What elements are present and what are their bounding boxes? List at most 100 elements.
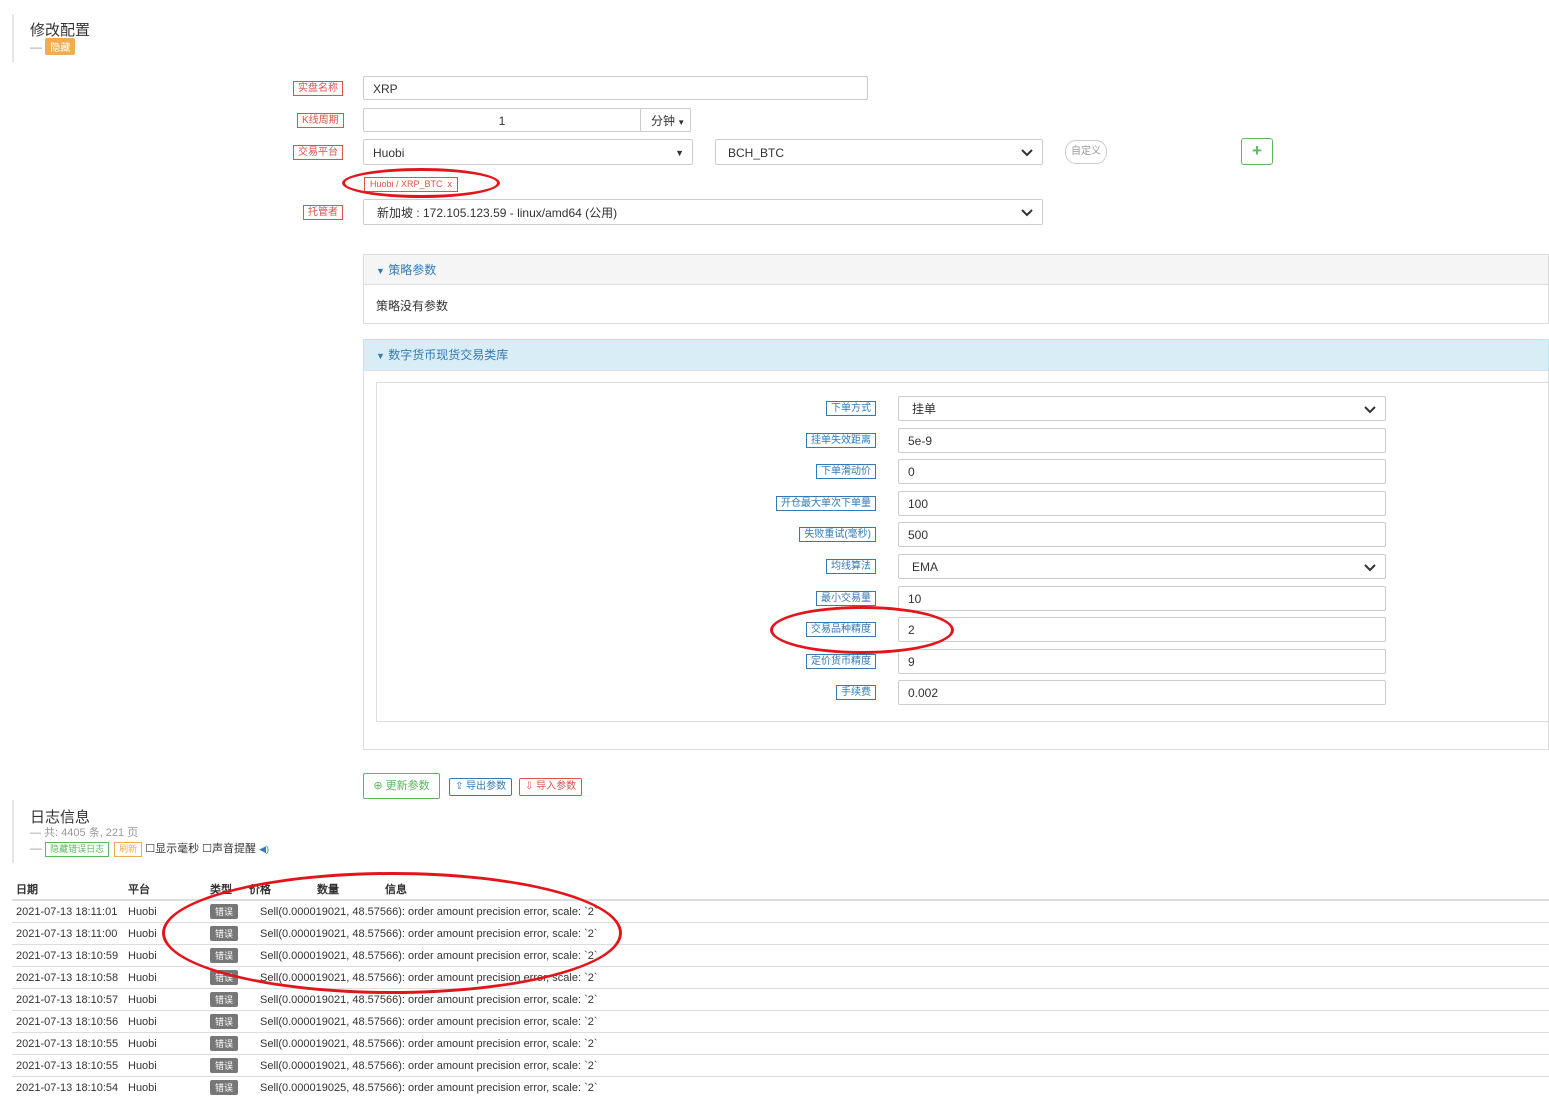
export-params-button[interactable]: ⇪ 导出参数 [449, 778, 512, 796]
import-label: 导入参数 [536, 781, 576, 792]
exchange-select[interactable]: Huobi ▼ [363, 139, 693, 165]
log-header-row: 日期 平台 类型 价格 数量 信息 [12, 879, 1549, 900]
update-params-button[interactable]: ⊕ 更新参数 [363, 773, 440, 799]
param-value: 0 [908, 465, 915, 479]
pair-value: BCH_BTC [728, 146, 784, 160]
log-row: 2021-07-13 18:11:01Huobi错误 Sell(0.0000190… [12, 900, 1549, 923]
lib-panel-header[interactable]: ▼ 数字货币现货交易类库 [363, 339, 1549, 370]
error-badge: 错误 [210, 1014, 238, 1029]
lib-panel-title: 数字货币现货交易类库 [388, 348, 508, 362]
period-input[interactable]: 1 [363, 108, 641, 132]
log-platform: Huobi [124, 967, 206, 989]
param-label: 下单方式 [826, 401, 876, 416]
log-platform: Huobi [124, 989, 206, 1011]
param-select[interactable]: 挂单 [898, 396, 1386, 421]
log-type: 错误 [206, 1055, 245, 1077]
log-message: Sell(0.000019021, 48.57566): order amoun… [256, 900, 1424, 923]
import-icon: ⇩ [525, 781, 533, 792]
hide-error-log-button[interactable]: 隐藏错误日志 [45, 842, 109, 857]
log-type: 错误 [206, 1011, 245, 1033]
log-date: 2021-07-13 18:10:55 [12, 1033, 124, 1055]
hide-row: — 隐藏 [30, 38, 75, 55]
log-date: 2021-07-13 18:10:56 [12, 1011, 124, 1033]
col-info: 信息 [381, 879, 1549, 900]
custom-toggle[interactable]: 自定义 [1065, 140, 1107, 164]
param-input[interactable]: 5e-9 [898, 428, 1386, 453]
chevron-down-icon [1363, 397, 1377, 421]
refresh-icon: ⊕ [373, 780, 382, 792]
log-type: 错误 [206, 989, 245, 1011]
log-message: Sell(0.000019021, 48.57566): order amoun… [256, 967, 1424, 989]
param-input[interactable]: 9 [898, 649, 1386, 674]
param-input[interactable]: 0 [898, 459, 1386, 484]
period-unit-label: 分钟 [651, 114, 675, 128]
log-type: 错误 [206, 900, 245, 923]
log-table: 日期 平台 类型 价格 数量 信息 2021-07-13 18:11:01Huo… [12, 879, 1549, 1098]
log-message: Sell(0.000019021, 48.57566): order amoun… [256, 923, 1424, 945]
col-type: 类型 [206, 879, 245, 900]
log-type: 错误 [206, 1077, 245, 1098]
param-value: 挂单 [908, 402, 936, 416]
log-message: Sell(0.000019021, 48.57566): order amoun… [256, 1033, 1424, 1055]
log-date: 2021-07-13 18:10:59 [12, 945, 124, 967]
selected-exchange-tag: Huobi / XRP_BTC x [364, 177, 458, 192]
log-platform: Huobi [124, 1055, 206, 1077]
hide-badge[interactable]: 隐藏 [45, 38, 75, 55]
param-input[interactable]: 100 [898, 491, 1386, 516]
caret-icon: ▼ [675, 140, 684, 165]
log-platform: Huobi [124, 1011, 206, 1033]
pair-select[interactable]: BCH_BTC [715, 139, 1043, 165]
param-label: 失败重试(毫秒) [799, 527, 876, 542]
log-date: 2021-07-13 18:11:00 [12, 923, 124, 945]
error-badge: 错误 [210, 1058, 238, 1073]
col-price: 价格 [245, 879, 313, 900]
log-type: 错误 [206, 945, 245, 967]
show-ms-checkbox[interactable]: ☐ [145, 843, 155, 855]
param-label: 手续费 [836, 685, 876, 700]
param-value: EMA [908, 560, 938, 574]
param-input[interactable]: 500 [898, 522, 1386, 547]
param-input[interactable]: 10 [898, 586, 1386, 611]
page-title: 修改配置 [30, 19, 90, 40]
log-row: 2021-07-13 18:10:58Huobi 错误 Sell(0.0000190… [12, 967, 1549, 989]
chevron-down-icon [1020, 200, 1034, 225]
error-badge: 错误 [210, 1080, 238, 1095]
error-badge: 错误 [210, 970, 238, 985]
log-controls: — 隐藏错误日志 刷新 ☐显示毫秒 ☐声音提醒 ◀) [30, 840, 269, 857]
log-platform: Huobi [124, 900, 206, 923]
close-icon[interactable]: x [448, 179, 453, 189]
period-unit-dropdown[interactable]: 分钟 ▼ [640, 108, 691, 132]
log-date: 2021-07-13 18:10:54 [12, 1077, 124, 1098]
log-date: 2021-07-13 18:10:58 [12, 967, 124, 989]
log-message: Sell(0.000019021, 48.57566): order amoun… [256, 989, 1424, 1011]
import-params-button[interactable]: ⇩ 导入参数 [519, 778, 582, 796]
chevron-down-icon [1020, 140, 1034, 165]
param-input[interactable]: 2 [898, 617, 1386, 642]
strategy-panel-header[interactable]: ▼ 策略参数 [363, 254, 1549, 284]
add-exchange-button[interactable]: + [1241, 138, 1273, 165]
name-input[interactable]: XRP [363, 76, 868, 100]
log-date: 2021-07-13 18:10:57 [12, 989, 124, 1011]
docker-select[interactable]: 新加坡 : 172.105.123.59 - linux/amd64 (公用) [363, 199, 1043, 225]
param-label: 挂单失效距离 [806, 433, 876, 448]
param-input[interactable]: 0.002 [898, 680, 1386, 705]
section-bar [12, 14, 14, 62]
error-badge: 错误 [210, 1036, 238, 1051]
log-platform: Huobi [124, 1033, 206, 1055]
param-select[interactable]: EMA [898, 554, 1386, 579]
error-badge: 错误 [210, 948, 238, 963]
refresh-button[interactable]: 刷新 [114, 842, 142, 857]
show-ms-label: 显示毫秒 [155, 843, 199, 855]
col-platform: 平台 [124, 879, 206, 900]
param-value: 500 [908, 528, 928, 542]
log-row: 2021-07-13 18:10:59Huobi错误Sell(0.0000190… [12, 945, 1549, 967]
param-value: 10 [908, 592, 921, 606]
label-name: 实盘名称 [293, 81, 343, 96]
log-date: 2021-07-13 18:11:01 [12, 900, 124, 923]
log-row: 2021-07-13 18:10:55Huobi 错误 Sell(0.0000190… [12, 1033, 1549, 1055]
param-value: 0.002 [908, 686, 938, 700]
param-value: 9 [908, 655, 915, 669]
sound-checkbox[interactable]: ☐ [202, 843, 212, 855]
log-type: 错误 [206, 923, 245, 945]
label-exchange: 交易平台 [293, 145, 343, 160]
